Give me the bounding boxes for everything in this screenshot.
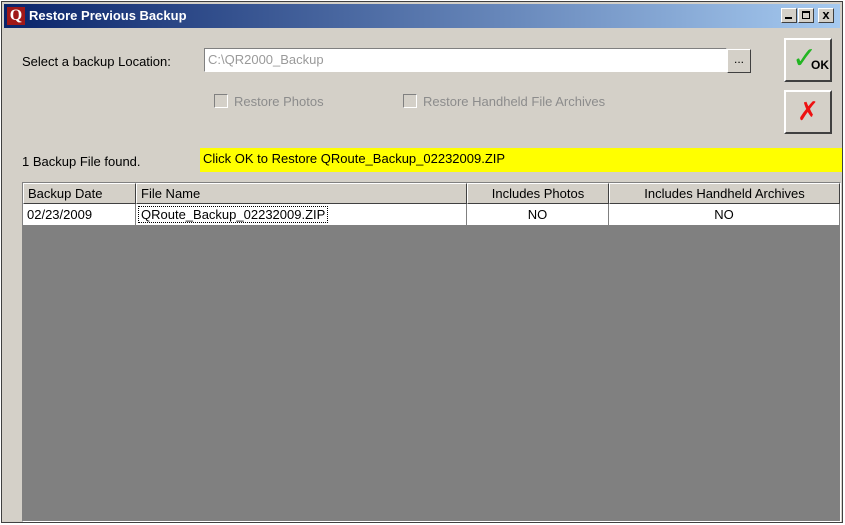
minimize-button[interactable] — [781, 8, 797, 23]
red-x-icon: ✗ — [797, 97, 819, 127]
minimize-icon — [785, 17, 792, 19]
table-row[interactable]: 02/23/2009 QRoute_Backup_02232009.ZIP NO… — [23, 204, 840, 226]
restore-photos-label: Restore Photos — [234, 94, 324, 109]
focused-cell-text: QRoute_Backup_02232009.ZIP — [138, 206, 329, 223]
column-header-includes-archives[interactable]: Includes Handheld Archives — [609, 183, 840, 204]
cell-file-name[interactable]: QRoute_Backup_02232009.ZIP — [136, 204, 467, 226]
grid-header: Backup Date File Name Includes Photos In… — [23, 183, 840, 204]
close-icon: x — [822, 7, 830, 22]
backup-files-grid[interactable]: Backup Date File Name Includes Photos In… — [22, 182, 841, 522]
restore-backup-window: Q Restore Previous Backup x Select a bac… — [1, 1, 843, 523]
column-header-backup-date[interactable]: Backup Date — [23, 183, 136, 204]
cell-includes-photos[interactable]: NO — [467, 204, 609, 226]
files-found-status: 1 Backup File found. — [22, 154, 141, 169]
restore-photos-checkbox[interactable]: Restore Photos — [214, 94, 324, 109]
title-bar[interactable]: Q Restore Previous Backup x — [4, 4, 840, 28]
restore-archives-checkbox[interactable]: Restore Handheld File Archives — [403, 94, 605, 109]
cancel-button[interactable]: ✗ — [784, 90, 832, 134]
column-header-includes-photos[interactable]: Includes Photos — [467, 183, 609, 204]
cell-includes-archives[interactable]: NO — [609, 204, 840, 226]
ok-button[interactable]: ✓ OK — [784, 38, 832, 82]
restore-instruction-banner: Click OK to Restore QRoute_Backup_022320… — [200, 148, 842, 172]
ok-label: OK — [811, 58, 829, 72]
restore-archives-label: Restore Handheld File Archives — [423, 94, 606, 109]
cell-backup-date[interactable]: 02/23/2009 — [23, 204, 136, 226]
maximize-button[interactable] — [798, 8, 814, 23]
close-button[interactable]: x — [818, 7, 834, 23]
window-title: Restore Previous Backup — [29, 8, 187, 23]
backup-location-label: Select a backup Location: — [22, 54, 171, 69]
maximize-icon — [802, 11, 810, 19]
browse-button[interactable]: ... — [727, 49, 751, 73]
backup-location-field[interactable]: C:\QR2000_Backup — [204, 48, 727, 72]
checkbox-box[interactable] — [214, 94, 228, 108]
column-header-file-name[interactable]: File Name — [136, 183, 467, 204]
checkbox-box[interactable] — [403, 94, 417, 108]
app-q-icon: Q — [7, 7, 25, 25]
